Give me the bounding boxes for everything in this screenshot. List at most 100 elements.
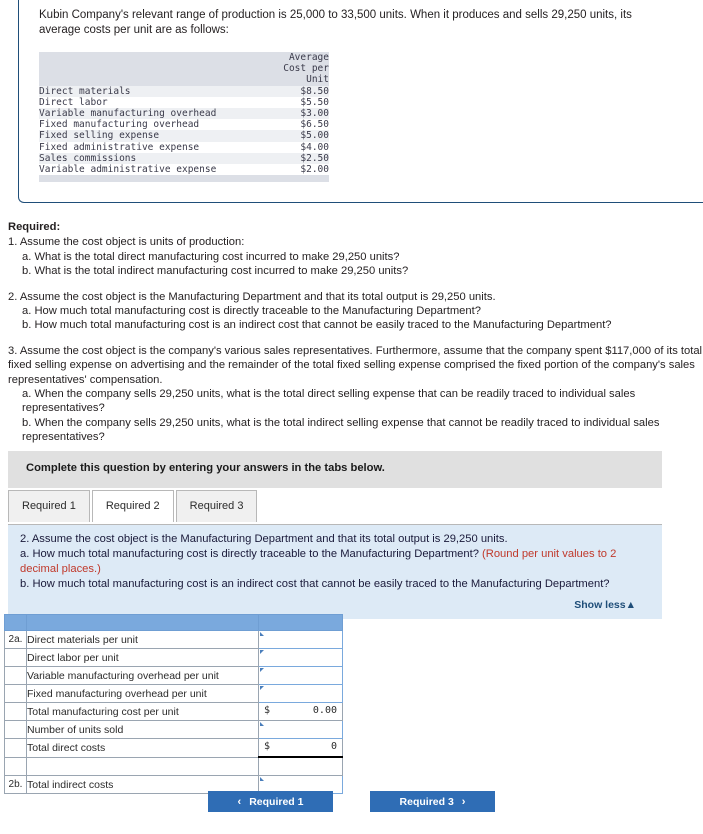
cell-marker-icon (260, 668, 264, 672)
answer-row-label (26, 756, 259, 776)
answer-grid-row: Total direct costs $0 (4, 738, 343, 758)
required-1b: b. What is the total indirect manufactur… (22, 265, 409, 278)
instruction-text: Complete this question by entering your … (26, 462, 385, 474)
chevron-left-icon: ‹ (237, 795, 242, 808)
computed-amount: 0 (330, 741, 337, 752)
answer-row-label: Direct labor per unit (26, 648, 259, 667)
answer-input-cell[interactable] (258, 630, 343, 649)
answer-row-number (4, 756, 27, 776)
answer-grid-row: Fixed manufacturing overhead per unit (4, 684, 343, 703)
required-section: Required: 1. Assume the cost object is u… (8, 220, 703, 445)
cost-table-row: Variable manufacturing overhead $3.00 (39, 108, 329, 120)
cost-item-label: Direct labor (39, 96, 257, 109)
answer-computed-cell: $0.00 (258, 702, 343, 721)
answer-row-label: Variable manufacturing overhead per unit (26, 666, 259, 685)
answer-row-number (4, 684, 27, 703)
cost-item-value: $6.50 (257, 119, 329, 131)
cost-item-label: Sales commissions (39, 152, 257, 165)
cost-footer-cell (257, 175, 329, 183)
chevron-right-icon: › (461, 795, 466, 808)
cost-item-label: Variable administrative expense (39, 164, 257, 176)
tab-required-1[interactable]: Required 1 (8, 490, 90, 522)
cost-table-row: Direct labor $5.50 (39, 96, 329, 109)
cost-item-label: Fixed selling expense (39, 130, 257, 142)
average-cost-table: Average Cost per Unit Direct materials $8.… (39, 52, 329, 183)
answer-grid-row: Variable manufacturing overhead per unit (4, 666, 343, 685)
required-3b: b. When the company sells 29,250 units, … (22, 416, 660, 444)
computed-amount: 0.00 (312, 705, 337, 716)
instruction-banner: Complete this question by entering your … (8, 451, 662, 488)
tab-label: Required 2 (105, 500, 160, 512)
answer-grid-header-cell (258, 614, 343, 631)
answer-grid-header-cell (4, 614, 27, 631)
tab-label: Required 3 (189, 500, 244, 512)
cost-table-row: Fixed manufacturing overhead $6.50 (39, 119, 329, 131)
cost-table-header-row: Average Cost per Unit (39, 52, 329, 86)
required-2-intro: 2. Assume the cost object is the Manufac… (8, 290, 496, 303)
answer-input-cell[interactable] (258, 648, 343, 667)
cost-table-row: Variable administrative expense $2.00 (39, 164, 329, 176)
answer-computed-cell: $0 (258, 738, 343, 758)
answer-grid-header-row (4, 614, 343, 631)
show-less-link[interactable]: Show less▲ (20, 592, 650, 613)
cost-item-value: $8.50 (257, 85, 329, 97)
cost-item-label: Direct materials (39, 85, 257, 97)
cost-header-blank (39, 52, 257, 86)
answer-grid-row: Number of units sold (4, 720, 343, 739)
required-3-intro: 3. Assume the cost object is the company… (8, 344, 703, 386)
navigation-buttons: ‹ Required 1 Required 3 › (0, 791, 703, 812)
cost-header-average-cost-per-unit: Average Cost per Unit (257, 52, 329, 86)
answer-row-label: Total manufacturing cost per unit (26, 702, 259, 721)
required-3a: a. When the company sells 29,250 units, … (22, 388, 636, 415)
answer-input-cell[interactable] (258, 666, 343, 685)
answer-row-number: 2a. (4, 630, 27, 649)
requirement-tabs: Required 1 Required 2 Required 3 (8, 490, 259, 522)
cell-marker-icon (260, 650, 264, 654)
cost-item-label: Variable manufacturing overhead (39, 108, 257, 120)
answer-row-number (4, 720, 27, 739)
cost-table-row: Direct materials $8.50 (39, 85, 329, 97)
next-requirement-label: Required 3 (399, 795, 454, 808)
active-requirement-panel: 2. Assume the cost object is the Manufac… (8, 524, 662, 619)
cost-table-row: Fixed administrative expense $4.00 (39, 141, 329, 153)
cost-table-row: Sales commissions $2.50 (39, 152, 329, 165)
cost-item-value: $3.00 (257, 108, 329, 120)
question-stem: Kubin Company's relevant range of produc… (39, 9, 632, 36)
tab-label: Required 1 (22, 500, 76, 512)
answer-row-number (4, 648, 27, 667)
tab-required-2[interactable]: Required 2 (91, 490, 174, 522)
cost-item-value: $4.00 (257, 141, 329, 153)
next-requirement-button[interactable]: Required 3 › (370, 791, 495, 812)
panel-line-2: a. How much total manufacturing cost is … (20, 547, 650, 577)
answer-grid-header-cell (26, 614, 259, 631)
show-less-label: Show less (574, 599, 626, 611)
cell-marker-icon (260, 686, 264, 690)
prev-requirement-button[interactable]: ‹ Required 1 (208, 791, 333, 812)
required-2b: b. How much total manufacturing cost is … (22, 319, 612, 332)
answer-row-label: Total direct costs (26, 738, 259, 758)
answer-row-label: Fixed manufacturing overhead per unit (26, 684, 259, 703)
currency-symbol: $ (264, 705, 271, 716)
panel-line-2-text: a. How much total manufacturing cost is … (20, 548, 483, 560)
answer-row-number (4, 702, 27, 721)
currency-symbol: $ (264, 741, 271, 752)
answer-input-cell[interactable] (258, 684, 343, 703)
cost-table-footer (39, 175, 329, 183)
question-card: Kubin Company's relevant range of produc… (18, 0, 703, 203)
answer-blank-cell (258, 756, 343, 776)
cost-item-value: $2.00 (257, 164, 329, 176)
panel-line-3: b. How much total manufacturing cost is … (20, 578, 610, 590)
required-1-intro: 1. Assume the cost object is units of pr… (8, 236, 245, 249)
cost-item-label: Fixed administrative expense (39, 141, 257, 153)
answer-grid-row (4, 756, 343, 776)
caret-up-icon: ▲ (625, 599, 636, 611)
tab-required-3[interactable]: Required 3 (175, 490, 258, 522)
answer-row-label: Direct materials per unit (26, 630, 259, 649)
cost-footer-cell (39, 175, 257, 183)
answer-row-label: Number of units sold (26, 720, 259, 739)
answer-input-cell[interactable] (258, 720, 343, 739)
answer-grid-row: 2a. Direct materials per unit (4, 630, 343, 649)
cost-item-value: $5.50 (257, 96, 329, 109)
cell-marker-icon (260, 722, 264, 726)
